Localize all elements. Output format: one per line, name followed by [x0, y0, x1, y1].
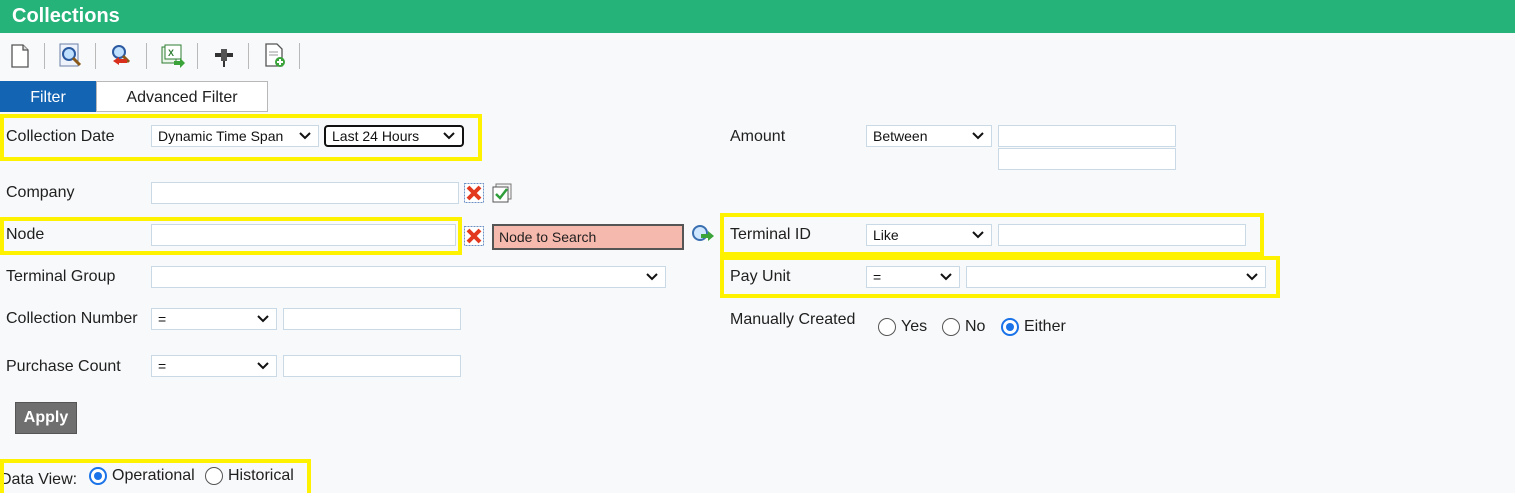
- chevron-down-icon: [299, 132, 311, 140]
- svg-text:X: X: [168, 48, 174, 58]
- toolbar-separator: [95, 43, 96, 69]
- collection-date-span-value: Last 24 Hours: [332, 128, 420, 144]
- window-title: Collections: [0, 0, 1515, 33]
- add-report-icon: [265, 43, 285, 67]
- manually-created-yes-radio[interactable]: Yes: [878, 318, 927, 336]
- manually-created-either-label: Either: [1024, 318, 1066, 335]
- collection-number-operator-value: =: [158, 311, 167, 327]
- tab-advanced-filter[interactable]: Advanced Filter: [96, 81, 268, 112]
- new-document-icon: [11, 44, 29, 68]
- search-magnifier-icon: [59, 43, 82, 67]
- manually-created-no-radio[interactable]: No: [942, 318, 985, 336]
- chevron-down-icon: [443, 132, 455, 140]
- amount-operator-select[interactable]: Between: [866, 125, 992, 147]
- data-view-historical-label: Historical: [228, 467, 294, 484]
- pin-button[interactable]: [210, 42, 238, 70]
- search-button[interactable]: [57, 42, 85, 70]
- collection-date-label: Collection Date: [6, 128, 115, 145]
- node-label: Node: [6, 226, 45, 243]
- node-input[interactable]: [151, 224, 456, 246]
- pay-unit-select[interactable]: [966, 266, 1266, 288]
- radio-unselected-icon: [205, 467, 223, 485]
- apply-button[interactable]: Apply: [15, 402, 77, 434]
- chevron-down-icon: [1246, 273, 1258, 281]
- amount-label: Amount: [730, 128, 786, 145]
- amount-to-input[interactable]: [998, 148, 1176, 170]
- pin-icon: [215, 49, 233, 67]
- clear-x-icon[interactable]: [464, 183, 484, 203]
- collection-number-label: Collection Number: [6, 310, 138, 327]
- collection-number-operator-select[interactable]: =: [151, 308, 277, 330]
- purchase-count-operator-value: =: [158, 358, 167, 374]
- radio-unselected-icon: [878, 318, 896, 336]
- filter-tabs: Filter Advanced Filter: [0, 81, 268, 112]
- new-document-button[interactable]: [6, 42, 34, 70]
- export-excel-icon: X: [161, 44, 185, 68]
- collection-date-span-select[interactable]: Last 24 Hours: [324, 125, 464, 147]
- manually-created-either-radio[interactable]: Either: [1001, 318, 1066, 336]
- terminal-group-label: Terminal Group: [6, 268, 116, 285]
- manually-created-no-label: No: [965, 318, 986, 335]
- terminal-id-input[interactable]: [998, 224, 1246, 246]
- node-search-go-icon[interactable]: [691, 224, 715, 246]
- toolbar-separator: [146, 43, 147, 69]
- pay-unit-operator-select[interactable]: =: [866, 266, 960, 288]
- add-report-button[interactable]: [261, 42, 289, 70]
- radio-selected-icon: [89, 467, 107, 485]
- export-excel-button[interactable]: X: [159, 42, 187, 70]
- purchase-count-operator-select[interactable]: =: [151, 355, 277, 377]
- company-input[interactable]: [151, 182, 459, 204]
- data-view-label: Data View:: [0, 471, 78, 488]
- clear-x-icon[interactable]: [464, 226, 484, 246]
- toolbar-separator: [299, 43, 300, 69]
- collection-date-mode-value: Dynamic Time Span: [158, 128, 284, 144]
- data-view-operational-label: Operational: [112, 467, 195, 484]
- terminal-id-label: Terminal ID: [730, 226, 811, 243]
- data-view-historical-radio[interactable]: Historical: [205, 467, 294, 485]
- purchase-count-input[interactable]: [283, 355, 461, 377]
- collection-date-mode-select[interactable]: Dynamic Time Span: [151, 125, 319, 147]
- reset-search-icon: [112, 45, 131, 65]
- chevron-down-icon: [972, 231, 984, 239]
- collection-number-input[interactable]: [283, 308, 461, 330]
- terminal-id-operator-select[interactable]: Like: [866, 224, 992, 246]
- data-view-operational-radio[interactable]: Operational: [89, 467, 195, 485]
- toolbar-separator: [197, 43, 198, 69]
- chevron-down-icon: [972, 132, 984, 140]
- chevron-down-icon: [257, 362, 269, 370]
- company-label: Company: [6, 184, 75, 201]
- toolbar-separator: [44, 43, 45, 69]
- manually-created-label: Manually Created: [730, 311, 856, 328]
- node-search-input[interactable]: Node to Search: [492, 224, 684, 250]
- toolbar-separator: [248, 43, 249, 69]
- pay-unit-operator-value: =: [873, 269, 882, 285]
- terminal-group-select[interactable]: [151, 266, 666, 288]
- terminal-id-operator-value: Like: [873, 227, 899, 243]
- purchase-count-label: Purchase Count: [6, 358, 121, 375]
- chevron-down-icon: [257, 315, 269, 323]
- radio-selected-icon: [1001, 318, 1019, 336]
- amount-operator-value: Between: [873, 128, 928, 144]
- pay-unit-label: Pay Unit: [730, 268, 791, 285]
- radio-unselected-icon: [942, 318, 960, 336]
- amount-from-input[interactable]: [998, 125, 1176, 147]
- chevron-down-icon: [646, 273, 658, 281]
- reset-search-button[interactable]: [108, 42, 136, 70]
- toolbar: X: [0, 36, 1515, 76]
- tab-filter[interactable]: Filter: [0, 81, 96, 112]
- manually-created-yes-label: Yes: [901, 318, 928, 335]
- select-checkbox-icon[interactable]: [492, 183, 512, 203]
- chevron-down-icon: [940, 273, 952, 281]
